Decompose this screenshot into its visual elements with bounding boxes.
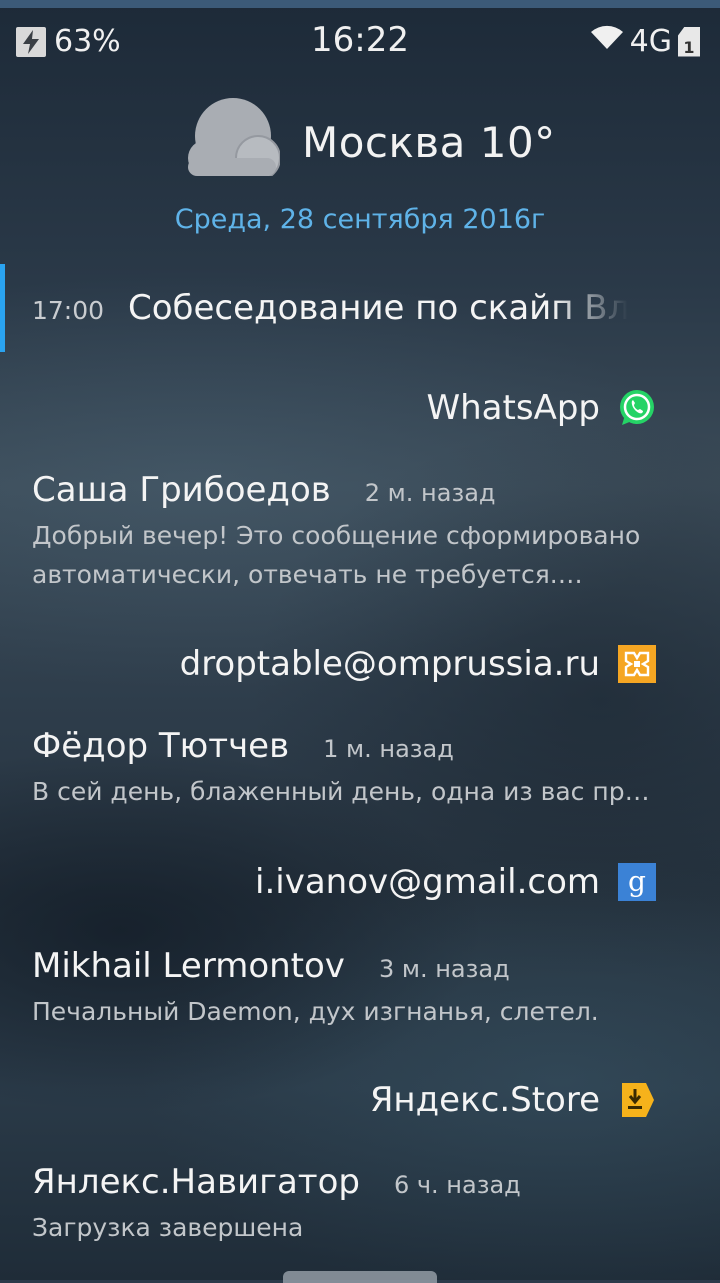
notification-sender: Фёдор Тютчев [32,726,290,766]
notification-time: 3 м. назад [378,955,510,983]
network-type: 4G [629,24,672,59]
group-header-whatsapp[interactable]: WhatsApp [427,388,656,428]
status-bar: 63% 16:22 4G 1 [0,16,720,64]
group-header-gmail[interactable]: i.ivanov@gmail.com g [255,862,656,902]
group-account-name: i.ivanov@gmail.com [255,862,600,902]
network-indicators: 4G 1 [590,24,700,59]
group-header-exchange-mail[interactable]: droptable@omprussia.ru [180,644,656,684]
weather-city-temperature: Москва 10° [302,118,556,167]
notification-message: Печальный Daemon, дух изгнанья, слетел. [32,997,599,1026]
group-header-yandex-store[interactable]: Яндекс.Store [370,1080,656,1120]
notification-time: 6 ч. назад [393,1171,521,1199]
mail-exchange-icon [618,645,656,683]
google-icon: g [618,863,656,901]
group-account-name: Яндекс.Store [369,1080,600,1120]
notification-message: В сей день, блаженный день, одна из вас … [32,777,652,806]
current-date: Среда, 28 сентября 2016г [174,204,546,235]
notification-message: Загрузка завершена [32,1213,304,1242]
whatsapp-icon [618,389,656,427]
notification-item[interactable]: Mikhail Lermontov 3 м. назад Печальный D… [32,946,692,1031]
notification-item[interactable]: Фёдор Тютчев 1 м. назад В сей день, блаж… [32,726,692,811]
notification-time: 2 м. назад [364,479,496,507]
notification-item[interactable]: Янлекс.Навигатор 6 ч. назад Загрузка зав… [32,1162,692,1247]
cloud-icon [186,96,281,181]
notification-sender: Янлекс.Навигатор [32,1162,360,1202]
group-account-name: droptable@omprussia.ru [179,644,600,684]
group-account-name: WhatsApp [426,388,600,428]
pulley-handle[interactable] [283,1271,437,1283]
calendar-event[interactable]: 17:00 Собеседование по скайп Вла [0,264,720,352]
weather-widget[interactable]: Москва 10° [0,92,720,182]
notification-message: Добрый вечер! Это сообщение сформировано… [32,521,641,589]
notification-sender: Mikhail Lermontov [32,946,345,986]
notification-item[interactable]: Саша Грибоедов 2 м. назад Добрый вечер! … [32,470,692,594]
event-indicator-bar [0,264,5,352]
event-title: Собеседование по скайп Вла [128,288,628,328]
notification-sender: Саша Грибоедов [32,470,331,510]
wifi-icon [590,24,624,59]
svg-text:g: g [628,865,646,898]
top-accent-line [0,0,720,8]
sim-icon: 1 [678,26,700,57]
event-time: 17:00 [32,296,105,325]
notification-time: 1 м. назад [323,735,454,763]
download-icon [618,1081,656,1119]
